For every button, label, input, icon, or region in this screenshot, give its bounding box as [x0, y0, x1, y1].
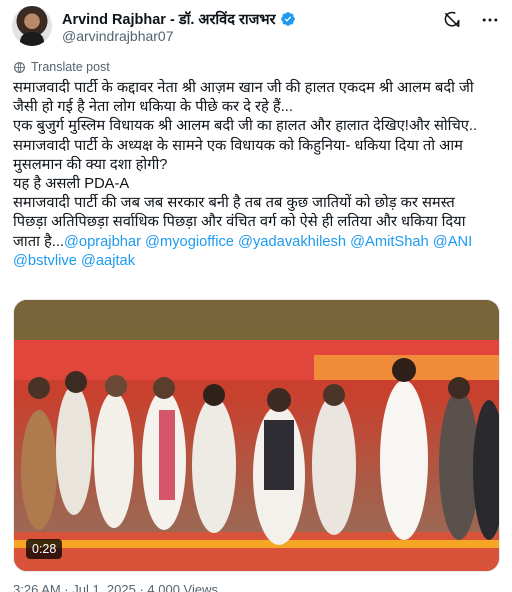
post-timestamp[interactable]: 3:26 AM · Jul 1, 2025 · 4,000 Views: [13, 582, 218, 592]
author-name-row[interactable]: Arvind Rajbhar - डॉ. अरविंद राजभर: [62, 9, 296, 29]
post-line: पिछड़ा अतिपिछड़ा सर्वाधिक पिछड़ा और वंचि…: [13, 214, 466, 231]
post-line: जैसी हो गई है नेता लोग धकिया के पीछे कर …: [13, 99, 293, 116]
post-line: मुसलमान की क्या दशा होगी?: [13, 156, 168, 173]
post-line-prefix: जाता है...: [13, 233, 64, 250]
globe-icon: [14, 61, 25, 73]
post-line: एक बुजुर्ग मुस्लिम विधायक श्री आलम बदी ज…: [13, 118, 478, 135]
post-line: समाजवादी पार्टी की जब जब सरकार बनी है तब…: [13, 195, 455, 212]
mentions-link[interactable]: @bstvlive @aajtak: [13, 252, 501, 271]
video-player[interactable]: 0:28: [13, 299, 500, 572]
translate-post-link[interactable]: Translate post: [13, 60, 110, 74]
author-handle[interactable]: @arvindrajbhar07: [62, 28, 174, 44]
avatar[interactable]: [12, 6, 52, 46]
post-header: Arvind Rajbhar - डॉ. अरविंद राजभर @arvin…: [12, 6, 500, 46]
mentions-link[interactable]: @oprajbhar @myogioffice @yadavakhilesh @…: [64, 234, 472, 250]
post-text: समाजवादी पार्टी के कद्दावर नेता श्री आज़…: [13, 79, 501, 271]
more-options-icon[interactable]: [480, 10, 500, 30]
grok-icon[interactable]: [442, 10, 462, 30]
post-line: समाजवादी पार्टी के कद्दावर नेता श्री आज़…: [13, 80, 474, 96]
video-frame: [14, 300, 499, 571]
header-actions: [442, 10, 500, 30]
post-line-with-mentions: जाता है...@oprajbhar @myogioffice @yadav…: [13, 233, 501, 252]
video-duration-badge: 0:28: [26, 539, 63, 559]
post-line: समाजवादी पार्टी के अध्यक्ष के सामने एक व…: [13, 137, 463, 154]
post-line: यह है असली PDA-A: [13, 176, 130, 193]
author-name[interactable]: Arvind Rajbhar - डॉ. अरविंद राजभर: [62, 9, 276, 29]
translate-label[interactable]: Translate post: [31, 60, 110, 74]
verified-badge-icon: [280, 12, 295, 26]
